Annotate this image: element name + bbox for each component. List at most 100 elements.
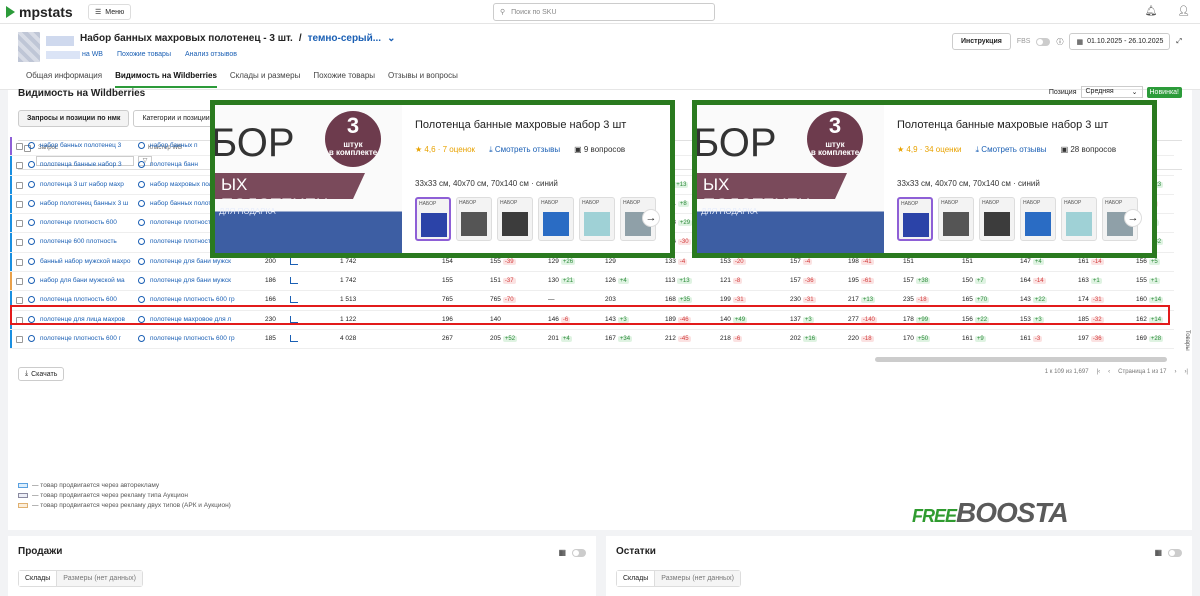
expand-icon[interactable]: ⤢ bbox=[1176, 38, 1182, 46]
prev-page-icon[interactable]: ‹ bbox=[1108, 369, 1110, 375]
search-icon[interactable] bbox=[138, 277, 145, 285]
variant-swatch[interactable]: НАБОР bbox=[938, 197, 974, 241]
cluster-link[interactable]: полотенце плотность 600 гр bbox=[150, 296, 248, 303]
horizontal-scrollbar[interactable] bbox=[875, 357, 1167, 362]
search-icon[interactable] bbox=[138, 161, 145, 169]
search-icon[interactable] bbox=[138, 257, 145, 265]
table-view-icon[interactable]: ▦ bbox=[1154, 548, 1162, 557]
variant-swatch[interactable]: НАБОР bbox=[979, 197, 1015, 241]
tab-similar[interactable]: Похожие товары bbox=[313, 71, 375, 88]
product-image[interactable]: БОР ЫХ ПОЛОТЕНЕЦ 3 штук в комплекте ДЛЯ ПО… bbox=[215, 105, 402, 253]
row-checkbox[interactable] bbox=[16, 220, 23, 228]
search-icon[interactable] bbox=[28, 238, 35, 246]
query-link[interactable]: полотенце плотность 600 bbox=[40, 219, 140, 226]
next-arrow-icon[interactable]: → bbox=[1124, 209, 1142, 227]
variant-swatch[interactable]: НАБОР bbox=[415, 197, 451, 241]
chart-icon[interactable] bbox=[290, 257, 298, 265]
cluster-link[interactable]: полотенце плотность 600 гр bbox=[150, 335, 248, 342]
sales-tab-sizes[interactable]: Размеры (нет данных) bbox=[57, 571, 142, 586]
table-view-icon[interactable]: ▦ bbox=[558, 548, 566, 557]
tab-visibility[interactable]: Видимость на Wildberries bbox=[115, 71, 217, 88]
export-button[interactable]: ⤓ Скачать bbox=[18, 367, 65, 381]
tab-general[interactable]: Общая информация bbox=[26, 71, 102, 88]
row-checkbox[interactable] bbox=[16, 258, 23, 266]
logo[interactable]: mpstats bbox=[6, 4, 73, 20]
similar-products-link[interactable]: Похожие товары bbox=[117, 51, 171, 58]
row-checkbox[interactable] bbox=[16, 335, 23, 343]
search-icon[interactable] bbox=[28, 199, 35, 207]
subtab-queries[interactable]: Запросы и позиции по нмк bbox=[18, 110, 130, 127]
instruction-button[interactable]: Инструкция bbox=[951, 33, 1011, 50]
variant-swatch[interactable]: НАБОР bbox=[897, 197, 933, 241]
query-link[interactable]: полотенце плотность 600 г bbox=[40, 335, 140, 342]
first-page-icon[interactable]: |‹ bbox=[1097, 369, 1101, 375]
sku-search-input[interactable]: ⚲ Поиск по SKU bbox=[493, 3, 715, 21]
row-checkbox[interactable] bbox=[16, 297, 23, 305]
color-selector[interactable]: темно-серый... bbox=[308, 33, 381, 44]
questions-count[interactable]: ▣ 28 вопросов bbox=[1061, 145, 1117, 155]
variant-swatch[interactable]: НАБОР bbox=[497, 197, 533, 241]
query-link[interactable]: набор полотенец банных 3 ш bbox=[40, 200, 140, 207]
product-thumbnail[interactable] bbox=[18, 32, 40, 62]
search-icon[interactable] bbox=[138, 199, 145, 207]
table-row[interactable]: полотенце плотность 600 г полотенце плот… bbox=[10, 329, 1174, 350]
last-page-icon[interactable]: ›| bbox=[1184, 369, 1188, 375]
fbs-toggle[interactable] bbox=[1036, 37, 1051, 46]
query-link[interactable]: набор для бани мужской ма bbox=[40, 277, 140, 284]
query-link[interactable]: банный набор мужской махро bbox=[40, 258, 140, 265]
variant-swatch[interactable]: НАБОР bbox=[579, 197, 615, 241]
help-icon[interactable]: ⓘ bbox=[1056, 37, 1063, 47]
search-icon[interactable] bbox=[28, 142, 35, 149]
reviews-link[interactable]: ⤓ Смотреть отзывы bbox=[976, 145, 1047, 155]
chevron-down-icon[interactable]: ⌄ bbox=[387, 33, 395, 44]
product-image[interactable]: БОР ЫХ ПОЛОТЕНЕЦ 3 штук в комплекте ДЛЯ ПО… bbox=[697, 105, 884, 253]
chart-icon[interactable] bbox=[290, 334, 298, 342]
date-range-picker[interactable]: ▦ 01.10.2025 - 26.10.2025 bbox=[1069, 33, 1171, 50]
cluster-link[interactable]: полотенце для бани мужск bbox=[150, 277, 248, 284]
search-icon[interactable] bbox=[138, 219, 145, 227]
sales-toggle[interactable] bbox=[572, 548, 586, 557]
chart-icon[interactable] bbox=[290, 296, 298, 304]
row-checkbox[interactable] bbox=[16, 181, 23, 189]
row-checkbox[interactable] bbox=[16, 200, 23, 208]
row-checkbox[interactable] bbox=[16, 239, 23, 247]
questions-count[interactable]: ▣ 9 вопросов bbox=[574, 145, 625, 155]
search-icon[interactable] bbox=[28, 161, 35, 169]
search-icon[interactable] bbox=[28, 277, 35, 285]
side-tab-products[interactable]: Товары bbox=[1184, 330, 1190, 351]
search-icon[interactable] bbox=[138, 296, 145, 304]
variant-swatch[interactable]: НАБОР bbox=[456, 197, 492, 241]
variant-swatch[interactable]: НАБОР bbox=[538, 197, 574, 241]
stock-tab-sizes[interactable]: Размеры (нет данных) bbox=[655, 571, 740, 586]
search-icon[interactable] bbox=[28, 334, 35, 342]
search-icon[interactable] bbox=[28, 180, 35, 188]
search-icon[interactable] bbox=[28, 219, 35, 227]
chart-icon[interactable] bbox=[290, 277, 298, 285]
tab-warehouses[interactable]: Склады и размеры bbox=[230, 71, 300, 88]
stock-tab-warehouses[interactable]: Склады bbox=[617, 571, 656, 586]
tab-reviews[interactable]: Отзывы и вопросы bbox=[388, 71, 458, 88]
next-arrow-icon[interactable]: → bbox=[642, 209, 660, 227]
search-icon[interactable] bbox=[138, 238, 145, 246]
cluster-link[interactable]: полотенце для бани мужск bbox=[150, 258, 248, 265]
query-link[interactable]: полотенца банные набор 3 bbox=[40, 161, 140, 168]
search-icon[interactable] bbox=[138, 180, 145, 188]
wb-link[interactable]: на WB bbox=[82, 51, 103, 58]
reviews-analysis-link[interactable]: Анализ отзывов bbox=[185, 51, 237, 58]
row-checkbox[interactable] bbox=[16, 278, 23, 286]
menu-button[interactable]: ☰ Меню bbox=[88, 4, 132, 20]
query-link[interactable]: полотенца плотность 600 bbox=[40, 296, 140, 303]
variant-swatch[interactable]: НАБОР bbox=[1061, 197, 1097, 241]
position-select[interactable]: Средняя ⌄ bbox=[1080, 86, 1143, 98]
user-icon[interactable]: 👤︎ bbox=[1177, 6, 1190, 17]
next-page-icon[interactable]: › bbox=[1174, 369, 1176, 375]
search-icon[interactable] bbox=[28, 296, 35, 304]
search-icon[interactable] bbox=[138, 334, 145, 342]
search-icon[interactable] bbox=[138, 142, 145, 149]
sales-tab-warehouses[interactable]: Склады bbox=[19, 571, 58, 586]
bell-icon[interactable]: 🔔︎ bbox=[1145, 6, 1158, 17]
reviews-link[interactable]: ⤓ Смотреть отзывы bbox=[489, 145, 560, 155]
query-link[interactable]: набор банных полотенец 3 bbox=[40, 142, 140, 149]
stock-toggle[interactable] bbox=[1168, 548, 1182, 557]
row-checkbox[interactable] bbox=[16, 162, 23, 170]
